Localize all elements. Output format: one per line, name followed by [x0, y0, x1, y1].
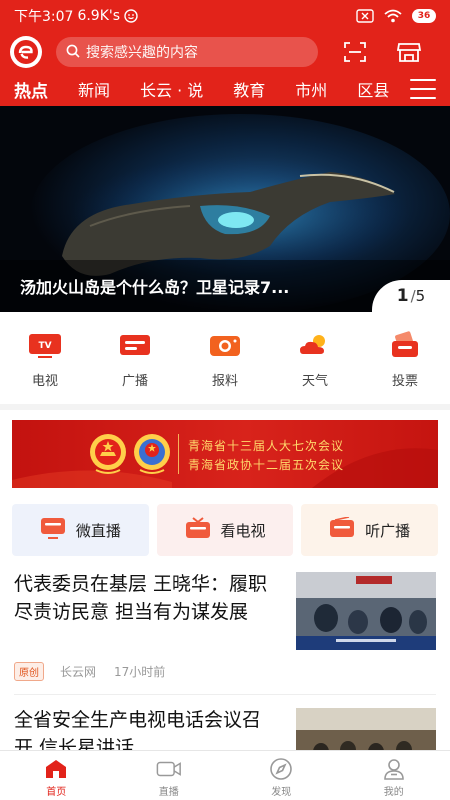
nav-home[interactable]: 首页: [0, 751, 113, 800]
quick-link-label: 投票: [391, 374, 418, 389]
pager-total: 5: [415, 287, 426, 305]
quick-link-report[interactable]: 报料: [180, 312, 270, 404]
tab-category-3[interactable]: 教育: [233, 77, 265, 101]
news-time: 17小时前: [114, 665, 166, 679]
tab-category-1[interactable]: 新闻: [78, 77, 110, 101]
nav-mine[interactable]: 我的: [338, 751, 450, 800]
nav-discover[interactable]: 发现: [225, 751, 338, 800]
promo-decoration: [12, 448, 438, 488]
user-icon: [381, 757, 407, 781]
channel-label: 微直播: [75, 521, 121, 540]
tv-icon: TV: [27, 330, 63, 360]
wifi-icon: [384, 9, 402, 23]
tab-bar: 热点 新闻 长云 · 说 教育 市州 区县: [0, 72, 450, 106]
quick-link-weather[interactable]: 天气: [270, 312, 360, 404]
tv-icon: [185, 516, 211, 544]
news-item[interactable]: 全省安全生产电视电话会议召开 信长星讲话: [0, 706, 450, 750]
promo-line-1: 青海省十三届人大七次会议: [188, 439, 345, 453]
radio-icon: [117, 330, 153, 360]
quick-link-radio[interactable]: 广播: [90, 312, 180, 404]
promo-line-2: 青海省政协十二届五次会议: [188, 458, 345, 472]
nav-label: 发现: [271, 787, 292, 798]
sim-off-icon: [356, 9, 374, 23]
category-tabs: 热点 新闻 长云 · 说 教育 市州 区县: [0, 77, 392, 102]
header: 下午3:07 6.9K's 36 搜索感兴趣的内容 热点 新闻 长云 · 说 教…: [0, 0, 450, 106]
news-source: 长云网: [60, 665, 97, 679]
banner-title[interactable]: 汤加火山岛是个什么岛？卫星记录7...: [20, 274, 289, 298]
tab-category-5[interactable]: 区县: [357, 77, 389, 101]
channel-label: 看电视: [220, 521, 266, 540]
svg-text:TV: TV: [38, 341, 51, 351]
cppcc-emblem-icon: [132, 432, 172, 480]
channel-watch-tv[interactable]: 看电视: [156, 504, 294, 556]
channel-shortcuts: 微直播 看电视 听广播: [12, 504, 439, 556]
nav-label: 我的: [383, 787, 404, 798]
original-badge: 原创: [14, 662, 44, 681]
channel-micro-live[interactable]: 微直播: [12, 504, 149, 556]
tab-category-4[interactable]: 市州: [295, 77, 327, 101]
news-title[interactable]: 代表委员在基层 王晓华：履职尽责访民意 担当有为谋发展: [14, 570, 278, 626]
news-thumbnail: [296, 572, 436, 650]
compass-icon: [268, 757, 294, 781]
search-row: 搜索感兴趣的内容: [0, 32, 450, 72]
monitor-icon: [40, 517, 66, 543]
quick-link-label: 电视: [31, 374, 58, 389]
news-feed: 青海省十三届人大七次会议 青海省政协十二届五次会议 微直播 看电视 听广播 代表…: [0, 410, 450, 750]
bottom-nav: 首页 直播 发现 我的: [0, 750, 450, 800]
news-meta: 原创 长云网 17小时前: [14, 662, 165, 681]
top-banner[interactable]: 汤加火山岛是个什么岛？卫星记录7... 1 / 5: [0, 106, 450, 312]
nav-label: 直播: [158, 787, 179, 798]
tab-category-2[interactable]: 长云 · 说: [140, 77, 203, 101]
search-icon: [66, 43, 80, 62]
pager-current: 1: [396, 286, 409, 306]
status-speed: 6.9K's: [77, 8, 121, 24]
news-thumbnail: [296, 708, 436, 750]
search-placeholder: 搜索感兴趣的内容: [86, 45, 198, 61]
scan-icon[interactable]: [340, 37, 370, 67]
nav-live[interactable]: 直播: [113, 751, 226, 800]
news-title[interactable]: 全省安全生产电视电话会议召开 信长星讲话: [14, 706, 278, 750]
national-emblem-icon: [88, 432, 128, 480]
smiley-icon: [124, 9, 138, 23]
quick-link-tv[interactable]: TV 电视: [0, 312, 90, 404]
video-icon: [156, 757, 182, 781]
status-time: 下午3:07: [14, 9, 74, 25]
camera-icon: [207, 330, 243, 360]
menu-icon[interactable]: [410, 79, 436, 99]
battery-icon: 36: [412, 9, 436, 23]
home-icon: [43, 757, 69, 781]
channel-listen-radio[interactable]: 听广播: [301, 504, 439, 556]
promo-banner[interactable]: 青海省十三届人大七次会议 青海省政协十二届五次会议: [12, 420, 438, 488]
nav-label: 首页: [46, 787, 67, 798]
app-logo-icon[interactable]: [10, 36, 42, 68]
channel-label: 听广播: [365, 521, 411, 540]
quick-links: TV 电视 广播 报料 天气 投票: [0, 312, 450, 404]
quick-link-vote[interactable]: 投票: [360, 312, 450, 404]
quick-link-label: 报料: [211, 374, 238, 389]
radio-icon: [329, 516, 355, 543]
shop-icon[interactable]: [394, 37, 424, 67]
quick-link-label: 天气: [301, 374, 328, 389]
weather-icon: [297, 330, 333, 360]
quick-link-label: 广播: [121, 374, 148, 389]
banner-pager: 1 / 5: [372, 280, 450, 312]
search-input[interactable]: 搜索感兴趣的内容: [56, 37, 318, 67]
status-bar: 下午3:07 6.9K's 36: [0, 0, 450, 32]
vote-icon: [387, 330, 423, 360]
tab-hot[interactable]: 热点: [14, 77, 48, 102]
news-item[interactable]: 代表委员在基层 王晓华：履职尽责访民意 担当有为谋发展 原创 长云网 17小时前: [0, 570, 450, 690]
